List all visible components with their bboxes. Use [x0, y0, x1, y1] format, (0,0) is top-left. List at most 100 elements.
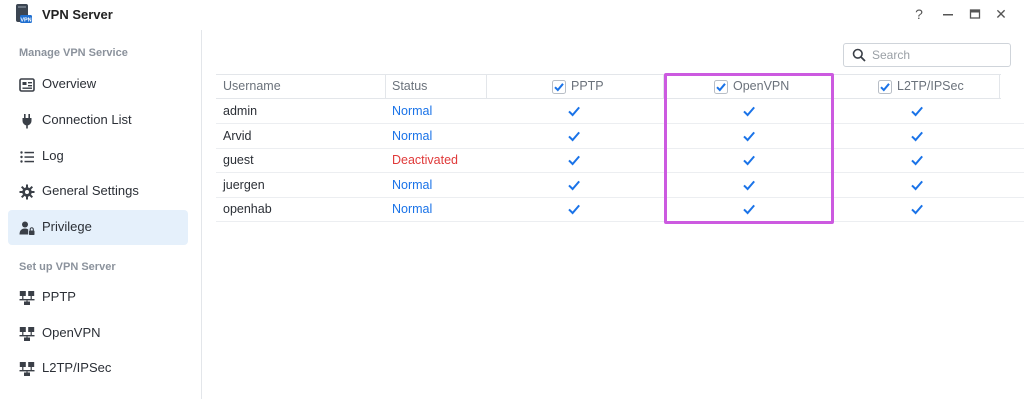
- close-icon: ✕: [995, 6, 1007, 22]
- sidebar-item-label: L2TP/IPSec: [42, 360, 112, 375]
- window-title: VPN Server: [42, 7, 113, 22]
- sidebar-item-label: OpenVPN: [42, 325, 101, 340]
- openvpn-permission-checkbox[interactable]: [742, 104, 756, 118]
- table-row[interactable]: guest Deactivated: [216, 148, 1024, 174]
- username-cell: admin: [223, 104, 258, 118]
- checkmark-icon: [568, 205, 580, 215]
- checkmark-icon: [911, 205, 923, 215]
- sidebar-item-openvpn[interactable]: OpenVPN: [8, 316, 188, 351]
- status-cell: Normal: [392, 104, 433, 118]
- pptp-permission-checkbox[interactable]: [567, 202, 581, 216]
- username-cell: openhab: [223, 202, 272, 217]
- sidebar-item-label: Log: [42, 148, 64, 163]
- network-icon: [19, 362, 35, 376]
- overview-icon: [19, 78, 35, 92]
- column-header-openvpn: OpenVPN: [733, 79, 790, 93]
- pptp-permission-checkbox[interactable]: [567, 153, 581, 167]
- sidebar-item-label: PPTP: [42, 289, 76, 304]
- l2tp-permission-checkbox[interactable]: [910, 202, 924, 216]
- gear-icon: [19, 184, 35, 200]
- column-divider: [999, 75, 1000, 98]
- checkmark-icon: [743, 106, 755, 117]
- checkmark-icon: [568, 155, 580, 166]
- column-header-status[interactable]: Status: [392, 75, 427, 98]
- openvpn-permission-checkbox[interactable]: [742, 129, 756, 143]
- status-cell: Normal: [392, 202, 433, 217]
- checkmark-icon: [568, 106, 580, 117]
- checkmark-icon: [911, 180, 923, 191]
- pptp-permission-checkbox[interactable]: [567, 104, 581, 118]
- status-cell: Normal: [392, 177, 433, 192]
- status-cell: Normal: [392, 128, 433, 143]
- search-box[interactable]: [843, 43, 1011, 67]
- l2tp-permission-checkbox[interactable]: [910, 178, 924, 192]
- sidebar-item-label: Overview: [42, 76, 97, 91]
- column-header-l2tp-ipsec: L2TP/IPSec: [897, 79, 964, 93]
- table-row[interactable]: openhab Normal: [216, 197, 1024, 223]
- minimize-icon: [943, 14, 953, 16]
- maximize-icon: [969, 9, 981, 19]
- status-cell: Deactivated: [392, 153, 459, 168]
- select-all-pptp-checkbox[interactable]: [552, 80, 566, 94]
- l2tp-permission-checkbox[interactable]: [910, 153, 924, 167]
- sidebar-item-overview[interactable]: Overview: [8, 67, 188, 102]
- openvpn-permission-checkbox[interactable]: [742, 153, 756, 167]
- user-lock-icon: [19, 221, 35, 235]
- sidebar-item-log[interactable]: Log: [8, 139, 188, 174]
- checkmark-icon: [911, 106, 923, 117]
- username-cell: juergen: [223, 177, 265, 192]
- column-divider: [831, 75, 832, 98]
- checkmark-icon: [911, 155, 923, 166]
- section-title-setup: Set up VPN Server: [19, 261, 116, 273]
- sidebar-item-l2tp-ipsec[interactable]: L2TP/IPSec: [8, 351, 188, 386]
- column-header-username[interactable]: Username: [223, 75, 281, 98]
- checkmark-icon: [911, 131, 923, 142]
- select-all-openvpn-checkbox[interactable]: [714, 80, 728, 94]
- sidebar-item-label: Privilege: [42, 219, 92, 234]
- checkmark-icon: [743, 205, 755, 215]
- sidebar-item-label: Connection List: [42, 112, 132, 127]
- pptp-permission-checkbox[interactable]: [567, 178, 581, 192]
- close-button[interactable]: ✕: [990, 4, 1012, 24]
- table-row[interactable]: admin Normal: [216, 99, 1024, 124]
- openvpn-permission-checkbox[interactable]: [742, 178, 756, 192]
- checkmark-icon: [568, 131, 580, 142]
- section-title-manage: Manage VPN Service: [19, 47, 128, 59]
- sidebar-item-general-settings[interactable]: General Settings: [8, 174, 188, 209]
- column-divider: [385, 75, 386, 98]
- sidebar-item-label: General Settings: [42, 183, 139, 198]
- sidebar-item-privilege[interactable]: Privilege: [8, 210, 188, 245]
- network-icon: [19, 327, 35, 341]
- sidebar-item-connection-list[interactable]: Connection List: [8, 103, 188, 138]
- vpn-server-app-icon: VPN: [16, 4, 32, 24]
- checkmark-icon: [743, 155, 755, 166]
- search-input[interactable]: [872, 46, 1002, 64]
- column-divider: [663, 75, 664, 98]
- checkmark-icon: [743, 131, 755, 142]
- username-cell: guest: [223, 153, 254, 168]
- help-button[interactable]: ?: [908, 4, 930, 24]
- sidebar: Manage VPN Service Overview Connection L…: [0, 30, 202, 399]
- column-divider: [486, 75, 487, 98]
- table-row[interactable]: juergen Normal: [216, 173, 1024, 198]
- select-all-l2tp-checkbox[interactable]: [878, 80, 892, 94]
- openvpn-permission-checkbox[interactable]: [742, 202, 756, 216]
- column-header-pptp: PPTP: [571, 79, 604, 93]
- title-bar: VPN VPN Server ? ✕: [0, 0, 1024, 30]
- l2tp-permission-checkbox[interactable]: [910, 129, 924, 143]
- search-icon: [852, 48, 866, 62]
- pptp-permission-checkbox[interactable]: [567, 129, 581, 143]
- sidebar-item-pptp[interactable]: PPTP: [8, 280, 188, 315]
- minimize-button[interactable]: [937, 4, 959, 24]
- plug-icon: [22, 114, 32, 129]
- checkmark-icon: [568, 180, 580, 191]
- checkmark-icon: [743, 180, 755, 191]
- maximize-button[interactable]: [964, 4, 986, 24]
- table-row[interactable]: Arvid Normal: [216, 124, 1024, 149]
- username-cell: Arvid: [223, 128, 252, 143]
- list-icon: [20, 151, 34, 163]
- table-header: Username Status PPTP OpenVPN L2TP/IPSec: [216, 74, 1001, 99]
- network-icon: [19, 291, 35, 305]
- help-icon: ?: [915, 6, 923, 22]
- l2tp-permission-checkbox[interactable]: [910, 104, 924, 118]
